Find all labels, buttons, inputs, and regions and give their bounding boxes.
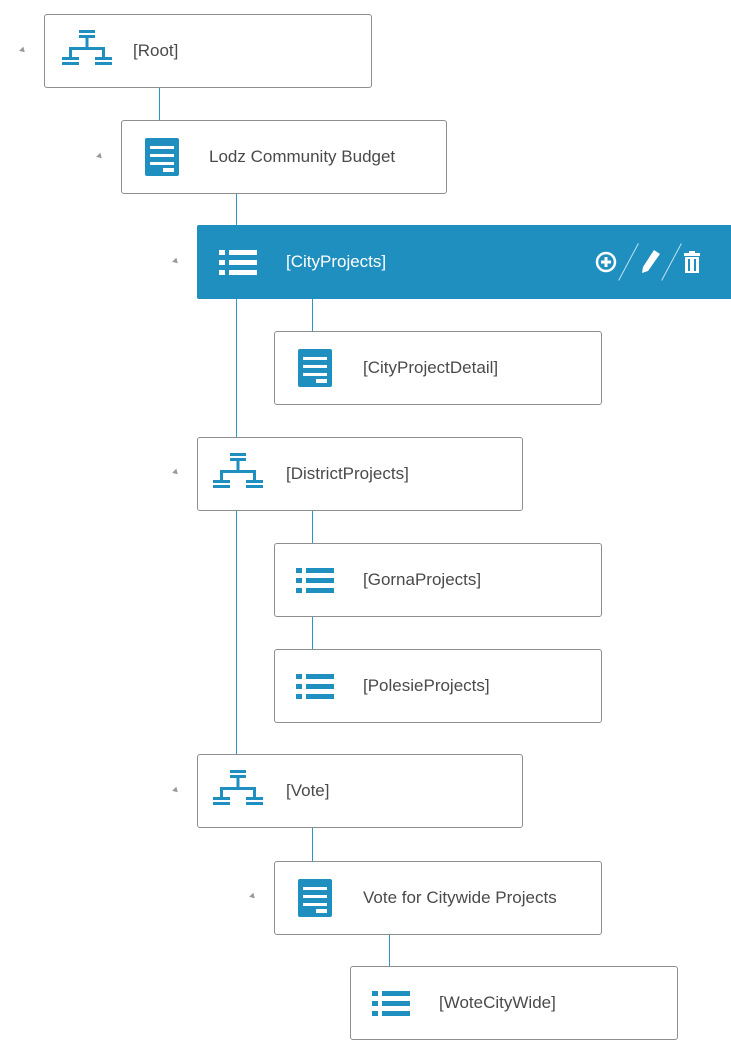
list-icon [371, 988, 411, 1018]
tree-node-label: [PolesieProjects] [363, 676, 490, 695]
connector [312, 616, 313, 649]
collapse-toggle-vote-citywide[interactable] [249, 892, 257, 901]
tree-node-city-projects[interactable]: [CityProjects] [197, 225, 731, 299]
connector [312, 827, 313, 861]
list-icon [218, 247, 258, 277]
list-icon [295, 565, 335, 595]
connector [236, 298, 237, 438]
connector [236, 510, 237, 754]
tree-node-root[interactable]: [Root] [44, 14, 372, 88]
tree-node-label: [Root] [133, 41, 179, 60]
tree-node-label: [WoteCityWide] [439, 993, 556, 1012]
connector [236, 193, 237, 225]
collapse-toggle-city-projects[interactable] [172, 257, 180, 266]
node-actions [594, 241, 702, 283]
tree-node-budget[interactable]: Lodz Community Budget [121, 120, 447, 194]
connector [389, 933, 390, 966]
sitemap-icon [61, 29, 113, 73]
tree-node-district-projects[interactable]: [DistrictProjects] [197, 437, 523, 511]
collapse-toggle-budget[interactable] [96, 152, 104, 161]
tree-node-wote-citywide[interactable]: [WoteCityWide] [350, 966, 678, 1040]
connector [159, 88, 160, 120]
sitemap-icon [212, 452, 264, 496]
page-tree: [Root] Lodz Community Budget [CityProjec… [0, 0, 731, 1040]
connector [312, 510, 313, 544]
tree-node-label: [GornaProjects] [363, 570, 482, 589]
edit-icon[interactable] [639, 249, 661, 275]
tree-node-polesie-projects[interactable]: [PolesieProjects] [274, 649, 602, 723]
tree-node-vote[interactable]: [Vote] [197, 754, 523, 828]
tree-node-label: [CityProjects] [286, 252, 387, 271]
delete-icon[interactable] [682, 250, 702, 274]
collapse-toggle-root[interactable] [19, 46, 27, 55]
list-icon [295, 671, 335, 701]
collapse-toggle-district-projects[interactable] [172, 468, 180, 477]
connector [312, 298, 313, 331]
tree-node-label: Lodz Community Budget [209, 147, 396, 166]
tree-node-vote-citywide[interactable]: Vote for Citywide Projects [274, 861, 602, 935]
tree-node-label: [CityProjectDetail] [363, 358, 499, 377]
form-icon [144, 137, 180, 177]
tree-node-label: [Vote] [286, 781, 330, 800]
sitemap-icon [212, 769, 264, 813]
tree-node-gorna-projects[interactable]: [GornaProjects] [274, 543, 602, 617]
form-icon [297, 878, 333, 918]
tree-node-city-project-detail[interactable]: [CityProjectDetail] [274, 331, 602, 405]
action-separator [618, 243, 639, 281]
action-separator [661, 243, 682, 281]
tree-node-label: [DistrictProjects] [286, 464, 409, 483]
tree-node-label: Vote for Citywide Projects [363, 888, 557, 907]
form-icon [297, 348, 333, 388]
add-icon[interactable] [594, 250, 618, 274]
collapse-toggle-vote[interactable] [172, 786, 180, 795]
